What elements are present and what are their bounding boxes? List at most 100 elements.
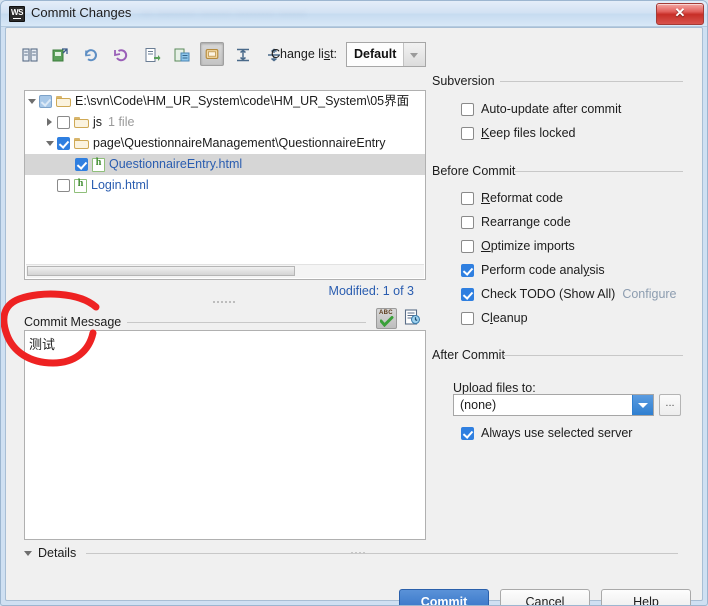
tree-row-label: page\QuestionnaireManagement\Questionnai… [93, 136, 386, 150]
always-use-selected-server-checkbox-row[interactable]: Always use selected server [461, 426, 632, 441]
tree-expander-placeholder [43, 175, 57, 196]
after-commit-section-line [503, 355, 683, 356]
changelist-select[interactable]: Default [346, 42, 426, 67]
option-checkbox-row[interactable]: Reformat code [461, 191, 563, 206]
webstorm-icon: WS [9, 6, 25, 22]
tree-expander-collapse-icon[interactable] [43, 133, 57, 154]
commit-message-separator [104, 322, 366, 323]
changes-toolbar [17, 42, 287, 68]
commit-message-text: 测试 [29, 337, 56, 352]
option-label: Cleanup [481, 311, 528, 325]
option-checkbox[interactable] [461, 103, 474, 116]
tree-row-checkbox[interactable] [75, 158, 88, 171]
option-label: Reformat code [481, 191, 563, 205]
dialog-body: Change list: Default E:\svn\Code\HM_UR_S… [5, 27, 703, 605]
tree-row[interactable]: E:\svn\Code\HM_UR_System\code\HM_UR_Syst… [25, 91, 425, 112]
message-history-icon[interactable] [403, 308, 423, 328]
option-checkbox-row[interactable]: Rearrange code [461, 215, 571, 230]
option-checkbox-row[interactable]: Optimize imports [461, 239, 575, 254]
option-label: Auto-update after commit [481, 102, 622, 116]
details-toggle[interactable]: Details [24, 546, 76, 560]
upload-server-select[interactable]: (none) [453, 394, 654, 416]
option-checkbox-row[interactable]: Check TODO (Show All) Configure [461, 287, 677, 302]
tree-expander-expand-icon[interactable] [43, 112, 57, 133]
folder-icon [74, 116, 90, 129]
subversion-section-title: Subversion [432, 74, 495, 88]
commit-message-input[interactable]: 测试 [24, 330, 426, 540]
show-history-icon[interactable] [169, 42, 193, 66]
modified-count-label: Modified: 1 of 3 [328, 284, 414, 298]
tree-expander-placeholder [61, 154, 75, 175]
before-commit-section-title: Before Commit [432, 164, 516, 178]
close-button[interactable]: ✕ [656, 3, 704, 25]
tree-horizontal-scrollbar[interactable] [26, 264, 424, 278]
move-to-changelist-icon[interactable] [139, 42, 163, 66]
option-checkbox[interactable] [461, 192, 474, 205]
option-checkbox-row[interactable]: Auto-update after commit [461, 102, 621, 117]
refresh-icon[interactable] [78, 42, 102, 66]
title-bar: WS Commit Changes ··· ·········· ·······… [1, 1, 707, 27]
commit-changes-dialog: WS Commit Changes ··· ·········· ·······… [0, 0, 708, 606]
option-label: Keep files locked [481, 126, 576, 140]
before-commit-section-line [515, 171, 683, 172]
always-use-selected-server-checkbox[interactable] [461, 427, 474, 440]
tree-row[interactable]: Login.html [25, 175, 425, 196]
rollback-icon[interactable] [108, 42, 132, 66]
option-checkbox[interactable] [461, 312, 474, 325]
tree-row-extra: 1 file [108, 115, 135, 129]
scrollbar-thumb[interactable] [27, 266, 295, 276]
folder-icon [56, 95, 72, 108]
changelist-label: Change list: [271, 47, 338, 61]
tree-row-checkbox[interactable] [39, 95, 52, 108]
upload-files-label: Upload files to: [453, 381, 536, 395]
show-diff-icon[interactable] [17, 42, 41, 66]
option-checkbox-row[interactable]: Cleanup [461, 311, 528, 326]
always-use-selected-server-label: Always use selected server [481, 426, 633, 440]
spellcheck-icon[interactable]: ABC [376, 308, 397, 329]
chevron-down-icon[interactable] [403, 43, 425, 66]
details-label: Details [38, 546, 77, 560]
html-file-icon [74, 178, 87, 193]
option-checkbox-row[interactable]: Perform code analysis [461, 263, 605, 278]
window-subtitle-redacted: ··· ·········· ········ ·········· ·····… [141, 6, 307, 20]
tree-expander-collapse-icon[interactable] [25, 91, 39, 112]
configure-link[interactable]: Configure [622, 287, 676, 301]
option-label: Optimize imports [481, 239, 575, 253]
option-checkbox[interactable] [461, 127, 474, 140]
details-grip[interactable] [351, 549, 369, 557]
changed-files-tree[interactable]: E:\svn\Code\HM_UR_System\code\HM_UR_Syst… [24, 90, 426, 280]
html-file-icon [92, 157, 105, 172]
option-checkbox[interactable] [461, 240, 474, 253]
tree-row[interactable]: QuestionnaireEntry.html [25, 154, 425, 175]
panel-splitter[interactable] [211, 298, 241, 306]
option-checkbox-row[interactable]: Keep files locked [461, 126, 576, 141]
cancel-button[interactable]: Cancel [500, 589, 590, 605]
tree-row-label: E:\svn\Code\HM_UR_System\code\HM_UR_Syst… [75, 94, 410, 108]
tree-row-checkbox[interactable] [57, 179, 70, 192]
changelist-value: Default [354, 47, 397, 61]
tree-row-label: Login.html [91, 178, 149, 192]
option-checkbox[interactable] [461, 264, 474, 277]
tree-row[interactable]: js 1 file [25, 112, 425, 133]
subversion-section-line [500, 81, 683, 82]
tree-row-label: js [93, 115, 103, 129]
option-checkbox[interactable] [461, 216, 474, 229]
commit-message-label: Commit Message [24, 315, 128, 329]
expand-all-icon[interactable] [230, 42, 254, 66]
option-label: Check TODO (Show All) [481, 287, 616, 301]
help-button[interactable]: Help [601, 589, 691, 605]
commit-button[interactable]: Commit [399, 589, 489, 605]
revert-changes-icon[interactable] [47, 42, 71, 66]
after-commit-section-title: After Commit [432, 348, 505, 362]
tree-row-checkbox[interactable] [57, 116, 70, 129]
browse-servers-button[interactable]: ... [659, 394, 681, 416]
option-checkbox[interactable] [461, 288, 474, 301]
chevron-down-icon[interactable] [632, 395, 653, 415]
tree-row-checkbox[interactable] [57, 137, 70, 150]
tree-row-label: QuestionnaireEntry.html [109, 157, 243, 171]
upload-server-value: (none) [460, 398, 497, 412]
tree-row[interactable]: page\QuestionnaireManagement\Questionnai… [25, 133, 425, 154]
option-label: Perform code analysis [481, 263, 605, 277]
group-by-directory-icon[interactable] [199, 42, 224, 66]
option-label: Rearrange code [481, 215, 571, 229]
